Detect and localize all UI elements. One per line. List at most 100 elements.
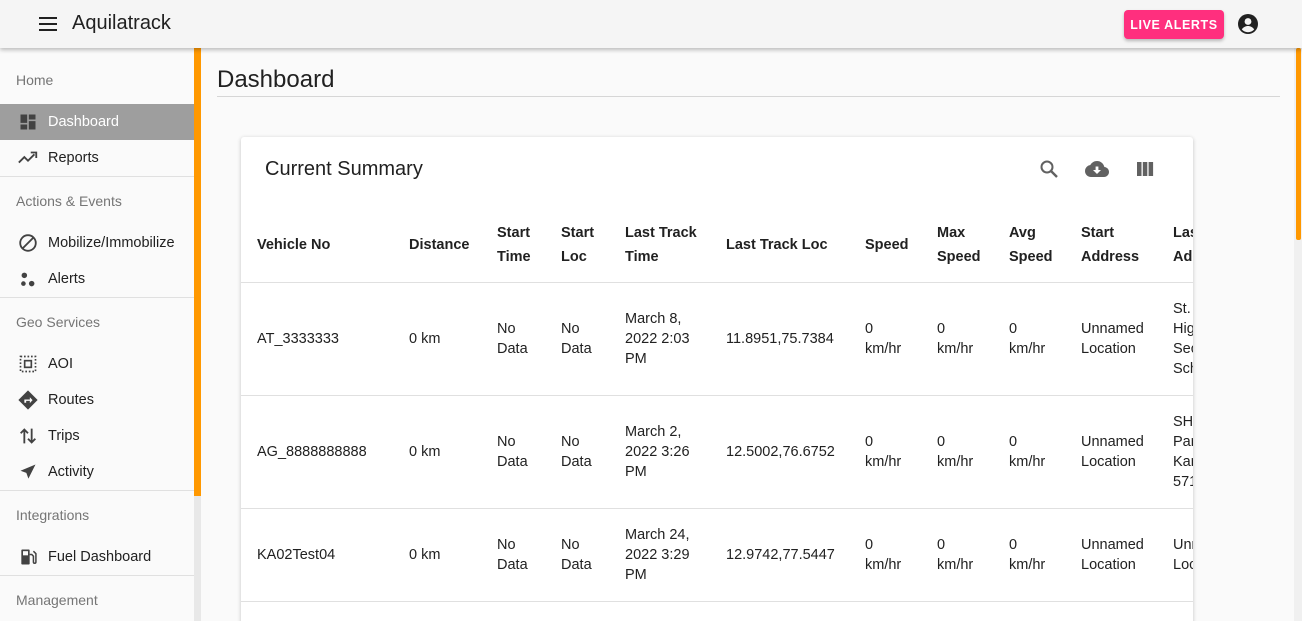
column-header-label: Avg (1009, 225, 1036, 242)
column-header[interactable]: Distance (393, 209, 481, 283)
table-cell-last-time: March 8, 2022 2:03 PM (609, 282, 710, 396)
cell-line: SH (1173, 413, 1193, 430)
sidebar-item-mobilize[interactable]: Mobilize/Immobilize (0, 225, 194, 261)
column-header-label: Time (625, 249, 659, 266)
cell-line: Data (561, 340, 592, 357)
cell-line: 0 (1009, 433, 1018, 450)
sidebar-item-label: Alerts (48, 271, 86, 287)
table-row[interactable]: AT_3333333 0 km No Data No Data March 8, 2022 2… (241, 282, 1193, 396)
column-header[interactable]: Start Address (1065, 209, 1157, 283)
cell-line: Data (561, 556, 592, 573)
column-header-label: Start (1081, 225, 1115, 242)
cell-line: km/hr (1009, 340, 1046, 357)
column-header[interactable]: Last Track Loc (710, 209, 849, 283)
live-alerts-button[interactable]: LIVE ALERTS (1124, 10, 1224, 39)
column-header[interactable]: Max Speed (921, 209, 993, 283)
cell-line: Location (1081, 556, 1136, 573)
swap-vertical-icon (16, 424, 40, 448)
table-cell-distance: 0 km (393, 282, 481, 396)
sidebar-item-aoi[interactable]: AOI (0, 346, 194, 382)
column-header[interactable]: Last Address (1157, 209, 1193, 283)
column-header-label: Vehicle No (257, 237, 331, 254)
table-cell-max-speed: 0 km/hr (921, 508, 993, 602)
sidebar: Home Dashboard Reports Actions & Events … (0, 48, 194, 621)
table-cell-start-loc: No Data (545, 508, 609, 602)
cell-line: km/hr (865, 556, 902, 573)
current-summary-card: Current Summary Vehicle No Distance Start T… (241, 137, 1193, 621)
cell-line: No (497, 536, 516, 553)
cell-line: PM (625, 463, 647, 480)
trending-icon (16, 146, 40, 170)
account-circle-icon[interactable] (1236, 12, 1260, 36)
column-header-label: Address (1173, 249, 1193, 266)
table-cell-speed: 0 km/hr (849, 282, 921, 396)
column-header-label: Address (1081, 249, 1140, 266)
table-cell-last-address: St. High Sec Sch (1157, 282, 1193, 396)
sidebar-item-fuel-dashboard[interactable]: Fuel Dashboard (0, 539, 194, 575)
sidebar-item-alerts[interactable]: Alerts (0, 261, 194, 297)
fuel-station-icon (16, 545, 40, 569)
cell-line: Data (561, 453, 592, 470)
sidebar-item-trips[interactable]: Trips (0, 418, 194, 454)
column-header[interactable]: Last Track Time (609, 209, 710, 283)
sidebar-divider (0, 297, 194, 298)
table-cell-last-address: Unn Loc (1157, 508, 1193, 602)
column-header-label: Last Track Loc (726, 237, 828, 254)
cell-line: No (497, 433, 516, 450)
view-column-icon[interactable] (1133, 157, 1157, 181)
hamburger-menu-icon[interactable] (36, 14, 60, 34)
sidebar-item-label: AOI (48, 356, 73, 372)
table-row[interactable]: KA02Test04 0 km No Data No Data March 24, 2022 … (241, 508, 1193, 602)
cell-line: 0 (937, 320, 946, 337)
table-cell (393, 601, 481, 621)
app-title: Aquilatrack (72, 12, 171, 34)
sidebar-section-integrations: Integrations (16, 507, 90, 523)
column-header-label: Start (561, 225, 595, 242)
cell-line: 0 (937, 536, 946, 553)
navigation-icon (16, 460, 40, 484)
column-header[interactable]: Vehicle No (241, 209, 393, 283)
table-cell-avg-speed: 0 km/hr (993, 395, 1065, 509)
cell-line: Location (1081, 340, 1136, 357)
table-cell-last-time: March 24, 2022 3:29 PM (609, 508, 710, 602)
dashboard-icon (16, 110, 40, 134)
table-cell-distance: 0 km (393, 395, 481, 509)
sidebar-item-reports[interactable]: Reports (0, 140, 194, 176)
table-cell (241, 601, 393, 621)
cell-line: 0 (1009, 536, 1018, 553)
table-cell-start-address: Unnamed Location (1065, 395, 1157, 509)
page-scrollbar-thumb[interactable] (1296, 48, 1301, 240)
column-header[interactable]: Start Loc (545, 209, 609, 283)
sidebar-divider (0, 575, 194, 576)
sidebar-section-actions: Actions & Events (16, 193, 122, 209)
column-header-label: Speed (937, 249, 981, 266)
page-title: Dashboard (217, 66, 335, 93)
sidebar-item-routes[interactable]: Routes (0, 382, 194, 418)
cloud-download-icon[interactable] (1085, 157, 1109, 181)
table-cell-last-loc: 12.9742,77.5447 (710, 508, 849, 602)
sidebar-divider (0, 490, 194, 491)
cell-line: km/hr (1009, 556, 1046, 573)
table-row[interactable] (241, 601, 1193, 621)
directions-icon (16, 388, 40, 412)
sidebar-divider (0, 176, 194, 177)
column-header[interactable]: Start Time (481, 209, 545, 283)
summary-table: Vehicle No Distance Start Time Start Loc Last … (241, 209, 1193, 621)
block-icon (16, 231, 40, 255)
sidebar-item-activity[interactable]: Activity (0, 454, 194, 490)
table-row[interactable]: AG_8888888888 0 km No Data No Data March 2, 202… (241, 395, 1193, 509)
sidebar-scrollbar-thumb[interactable] (194, 48, 201, 496)
table-cell-last-address: SH Par Kar 571 (1157, 395, 1193, 509)
column-header-label: Speed (865, 237, 909, 254)
cell-line: Location (1081, 453, 1136, 470)
column-header[interactable]: Speed (849, 209, 921, 283)
select-area-icon (16, 352, 40, 376)
cell-line: km/hr (865, 340, 902, 357)
cell-line: 2022 3:29 (625, 546, 690, 563)
cell-line: 0 (937, 433, 946, 450)
column-header[interactable]: Avg Speed (993, 209, 1065, 283)
search-icon[interactable] (1037, 157, 1061, 181)
table-cell-vehicle: AG_8888888888 (241, 395, 393, 509)
cell-line: March 24, (625, 526, 690, 543)
sidebar-item-dashboard[interactable]: Dashboard (0, 104, 194, 140)
